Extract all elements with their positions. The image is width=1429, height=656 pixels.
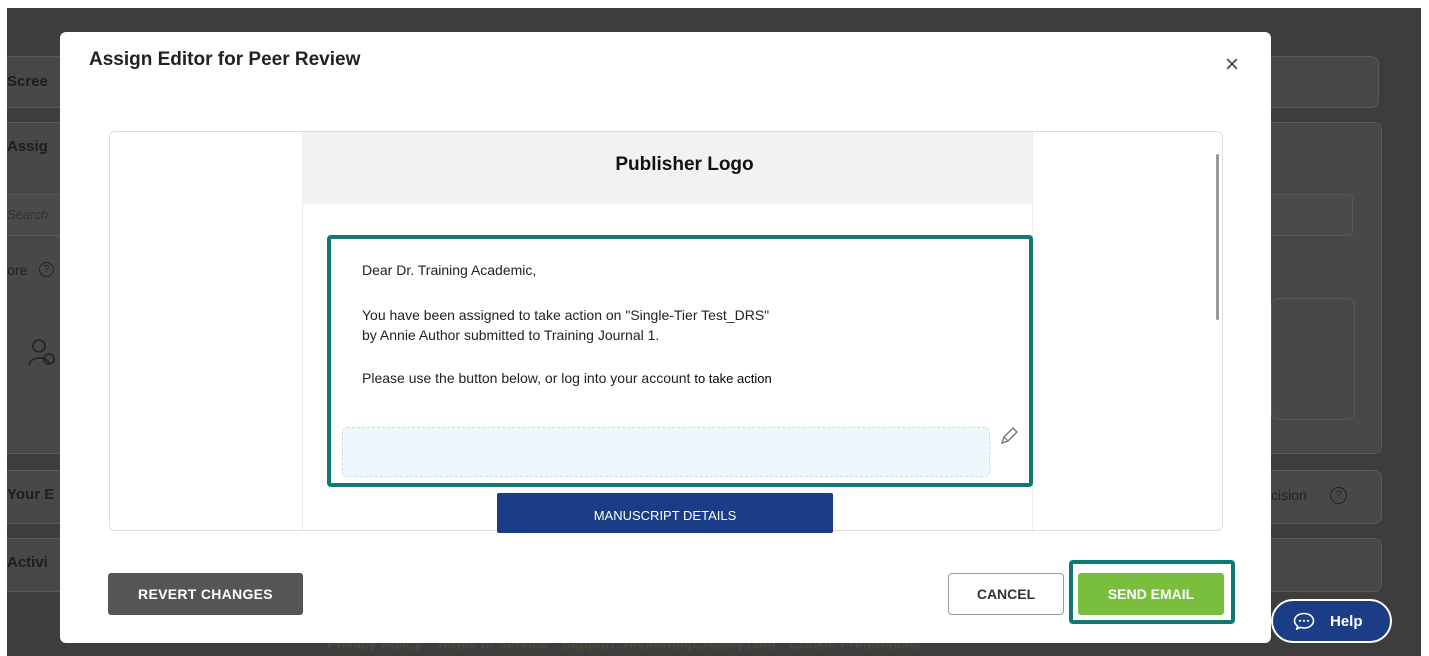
email-greeting: Dear Dr. Training Academic, — [362, 262, 537, 278]
bg-tab-assign: Assig — [7, 138, 48, 155]
bg-tab-your-decision: Your E — [7, 486, 55, 503]
bg-search-placeholder: Search — [7, 207, 49, 222]
revert-changes-button[interactable]: REVERT CHANGES — [108, 573, 303, 615]
email-instruction-main: Please use the button below, or log into… — [362, 370, 691, 386]
cancel-button[interactable]: CANCEL — [948, 573, 1064, 615]
bg-help-circle-icon: ? — [39, 262, 54, 277]
help-label: Help — [1330, 613, 1363, 630]
email-body-line-1: You have been assigned to take action on… — [362, 307, 770, 323]
chat-bubble-icon — [1293, 612, 1315, 630]
bg-score-label: ore — [7, 262, 28, 278]
modal-title: Assign Editor for Peer Review — [89, 49, 361, 70]
close-icon[interactable]: × — [1220, 53, 1244, 78]
pencil-edit-icon[interactable] — [998, 425, 1020, 447]
manuscript-details-button[interactable]: MANUSCRIPT DETAILS — [497, 493, 833, 533]
email-instruction-tail: to take action — [694, 371, 772, 386]
bg-tab-screening: Scree — [7, 73, 48, 90]
publisher-logo-text: Publisher Logo — [615, 154, 754, 175]
help-button[interactable]: Help — [1271, 599, 1392, 643]
custom-message-editbox[interactable] — [342, 427, 990, 477]
bg-inner-card — [1271, 298, 1355, 420]
bg-tab-activity: Activi — [7, 554, 48, 571]
email-body-line-2: by Annie Author submitted to Training Jo… — [362, 327, 660, 343]
email-instruction: Please use the button below, or log into… — [362, 370, 772, 386]
send-email-button[interactable]: SEND EMAIL — [1078, 573, 1224, 615]
preview-scrollbar[interactable] — [1216, 154, 1219, 320]
bg-decision-label: cision — [1271, 487, 1307, 503]
bg-user-add-icon — [28, 339, 55, 366]
bg-decision-help-icon: ? — [1330, 487, 1347, 504]
